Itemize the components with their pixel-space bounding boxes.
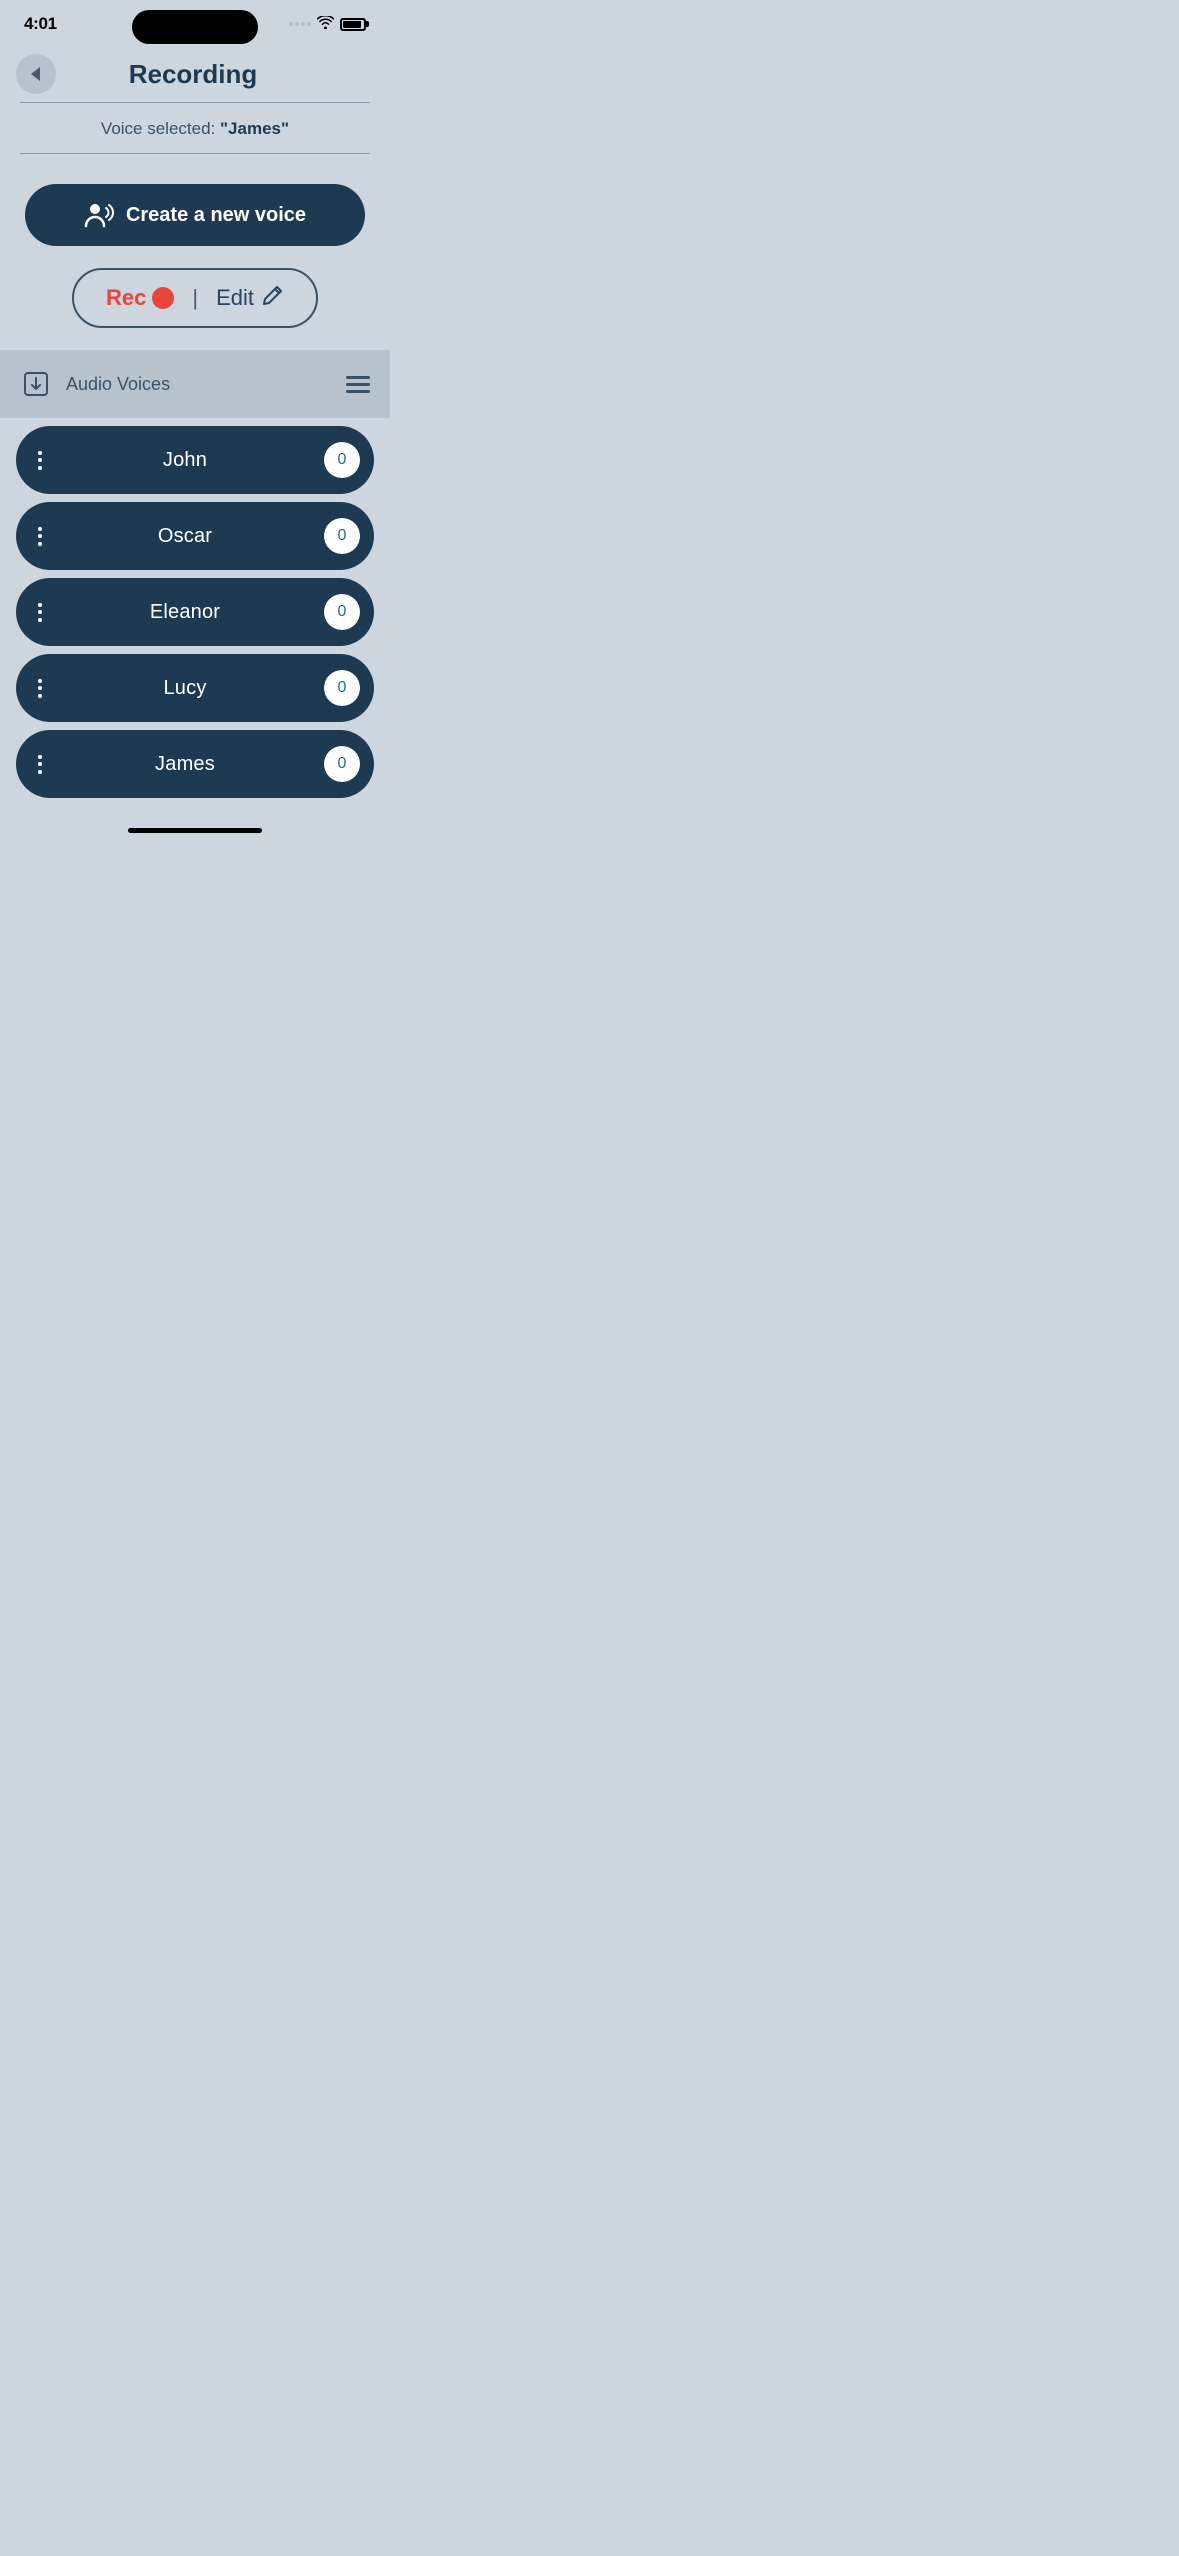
- voice-list-item[interactable]: Oscar 0: [16, 502, 374, 570]
- voice-name: Eleanor: [46, 601, 324, 624]
- voice-name: Lucy: [46, 677, 324, 700]
- dot-icon: [38, 451, 42, 455]
- status-time: 4:01: [24, 14, 57, 34]
- person-wave-icon: [84, 202, 114, 228]
- voice-list: John 0 Oscar 0 Eleanor 0 Lucy 0: [0, 418, 390, 818]
- dot-icon: [38, 762, 42, 766]
- back-button[interactable]: [16, 54, 56, 94]
- voice-count: 0: [324, 518, 360, 554]
- dot-icon: [38, 603, 42, 607]
- voice-name: Oscar: [46, 525, 324, 548]
- rec-edit-button[interactable]: Rec | Edit: [72, 268, 318, 328]
- dot-icon: [38, 694, 42, 698]
- menu-line: [346, 390, 370, 393]
- voice-dots-button[interactable]: [34, 751, 46, 778]
- create-voice-button[interactable]: Create a new voice: [25, 184, 365, 246]
- create-voice-label: Create a new voice: [126, 204, 306, 227]
- home-bar: [128, 828, 262, 833]
- back-chevron-icon: [31, 67, 40, 81]
- header: Recording: [0, 42, 390, 102]
- voice-list-item[interactable]: Eleanor 0: [16, 578, 374, 646]
- dot-icon: [38, 755, 42, 759]
- menu-icon[interactable]: [346, 376, 370, 393]
- audio-voices-header: Audio Voices: [0, 350, 390, 418]
- menu-line: [346, 383, 370, 386]
- dot-icon: [38, 542, 42, 546]
- dot-icon: [38, 610, 42, 614]
- voice-list-item[interactable]: John 0: [16, 426, 374, 494]
- voice-list-item[interactable]: James 0: [16, 730, 374, 798]
- voice-count: 0: [324, 670, 360, 706]
- voice-count: 0: [324, 746, 360, 782]
- dot-icon: [38, 679, 42, 683]
- dot-icon: [38, 458, 42, 462]
- edit-label: Edit: [216, 285, 254, 311]
- status-icons: [289, 16, 366, 32]
- rec-edit-row: Rec | Edit: [72, 268, 318, 328]
- home-indicator: [0, 818, 390, 847]
- dot-icon: [38, 770, 42, 774]
- voice-dots-button[interactable]: [34, 599, 46, 626]
- separator: |: [192, 285, 198, 311]
- audio-voices-section: Audio Voices John 0 Oscar 0 Eleanor: [0, 350, 390, 818]
- voice-dots-button[interactable]: [34, 523, 46, 550]
- wifi-icon: [317, 16, 334, 32]
- voice-dots-button[interactable]: [34, 675, 46, 702]
- dot-icon: [38, 466, 42, 470]
- dot-icon: [38, 534, 42, 538]
- battery-icon: [340, 18, 366, 31]
- voice-count: 0: [324, 442, 360, 478]
- status-bar: 4:01: [0, 0, 390, 42]
- dot-icon: [38, 618, 42, 622]
- audio-voices-label: Audio Voices: [66, 374, 332, 395]
- voice-list-item[interactable]: Lucy 0: [16, 654, 374, 722]
- dot-icon: [38, 527, 42, 531]
- menu-line: [346, 376, 370, 379]
- page-title: Recording: [56, 59, 330, 90]
- voice-name: John: [46, 449, 324, 472]
- notch: [132, 10, 258, 44]
- voice-divider: [20, 153, 370, 154]
- voice-dots-button[interactable]: [34, 447, 46, 474]
- voice-name: James: [46, 753, 324, 776]
- rec-dot-icon: [152, 287, 174, 309]
- pencil-icon: [262, 284, 284, 312]
- signal-icon: [289, 22, 311, 26]
- voice-count: 0: [324, 594, 360, 630]
- dot-icon: [38, 686, 42, 690]
- voice-selected-label: Voice selected: "James": [0, 103, 390, 153]
- download-icon[interactable]: [20, 368, 52, 400]
- rec-label: Rec: [106, 285, 146, 311]
